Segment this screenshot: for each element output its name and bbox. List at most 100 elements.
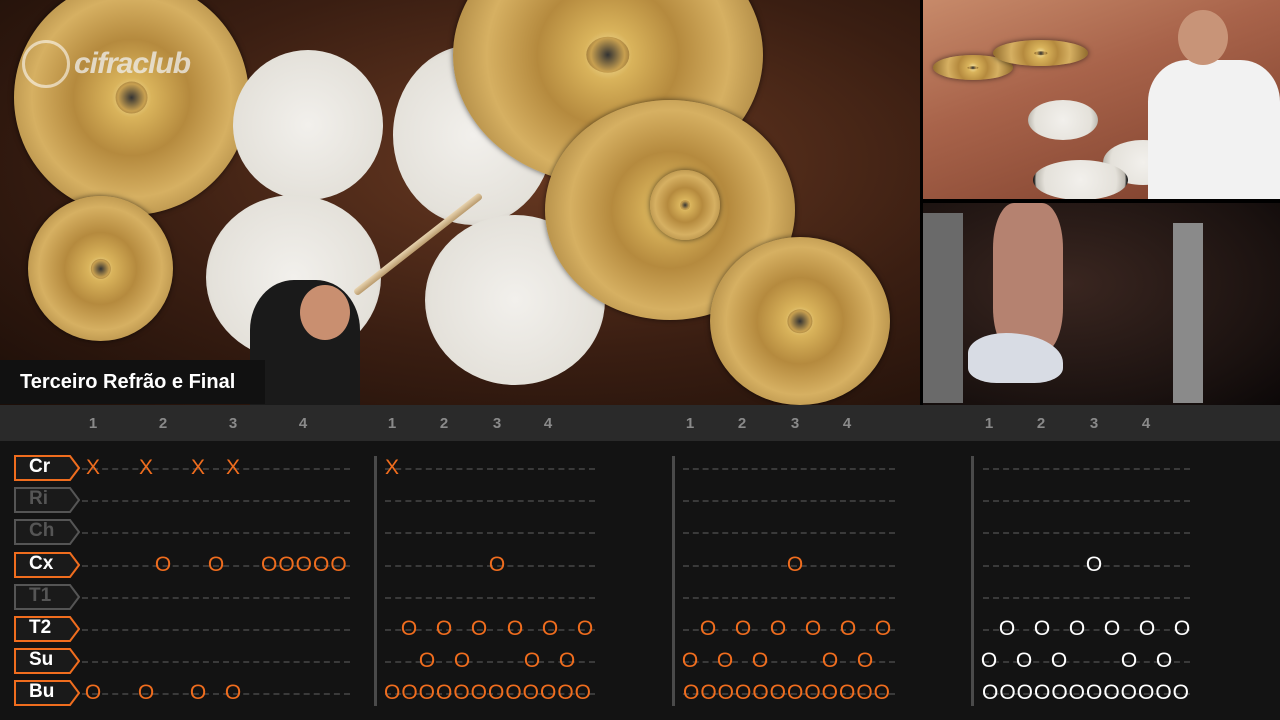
lane-line [983, 532, 1190, 534]
note-hit: O [980, 649, 998, 672]
note-hit: O [137, 681, 155, 704]
note-hit: O [558, 649, 576, 672]
note-hit: O [435, 617, 453, 640]
note-hit: O [681, 649, 699, 672]
lane-line [385, 597, 595, 599]
note-hit: O [734, 617, 752, 640]
note-hit: O [769, 617, 787, 640]
note-hit: O [1085, 553, 1103, 576]
lane-line [683, 468, 895, 470]
note-hit: O [470, 617, 488, 640]
note-hit: O [821, 649, 839, 672]
beat-number: 2 [1036, 415, 1046, 432]
beat-number: 4 [543, 415, 553, 432]
note-hit: O [1120, 649, 1138, 672]
note-hit: O [488, 553, 506, 576]
instrument-label-cx: Cx [14, 552, 80, 578]
side-camera-bottom [923, 203, 1280, 405]
note-hit: O [998, 617, 1016, 640]
instrument-abbr: Bu [29, 681, 55, 702]
note-hit: O [541, 617, 559, 640]
lane-line [683, 500, 895, 502]
section-title: Terceiro Refrão e Final [0, 360, 266, 404]
beat-number: 4 [842, 415, 852, 432]
instrument-abbr: T1 [29, 585, 52, 606]
main-camera-view: cifraclub Terceiro Refrão e Final [0, 0, 920, 405]
china-cymbal [710, 237, 890, 405]
hardware-stand [1173, 223, 1203, 403]
beat-number: 1 [984, 415, 994, 432]
note-hit: O [786, 553, 804, 576]
instrument-label-t1: T1 [14, 584, 80, 610]
tom-drum [233, 50, 383, 200]
note-roll: OOOOO [261, 553, 348, 576]
lane-line [385, 500, 595, 502]
lane-line [82, 500, 350, 502]
guitar-icon [22, 40, 70, 88]
lane-line [82, 532, 350, 534]
lane-line [82, 661, 350, 663]
side-camera-top [923, 0, 1280, 199]
hihat-cymbal [28, 196, 173, 341]
beat-number: 3 [492, 415, 502, 432]
beat-number: 1 [685, 415, 695, 432]
hardware-stand [923, 213, 963, 403]
lane-line [385, 532, 595, 534]
note-hit: O [1068, 617, 1086, 640]
note-hit: O [1033, 617, 1051, 640]
note-hit: O [1103, 617, 1121, 640]
tom-drum [1028, 100, 1098, 140]
beat-number: 4 [1141, 415, 1151, 432]
note-hit: X [190, 456, 205, 479]
note-hit: O [874, 617, 892, 640]
floor-tom [1033, 160, 1128, 199]
lane-line [385, 468, 595, 470]
bar-line [374, 456, 377, 706]
video-area: cifraclub Terceiro Refrão e Final [0, 0, 1280, 405]
beat-number: 3 [790, 415, 800, 432]
beat-number: 1 [88, 415, 98, 432]
note-hit: O [576, 617, 594, 640]
note-hit: O [1015, 649, 1033, 672]
drummer-leg [993, 203, 1063, 353]
note-hit: O [699, 617, 717, 640]
note-hit: O [523, 649, 541, 672]
instrument-label-ch: Ch [14, 519, 80, 545]
splash-cymbal [650, 170, 720, 240]
crash-cymbal [14, 0, 249, 215]
instrument-abbr: Cr [29, 456, 51, 477]
instrument-abbr: T2 [29, 617, 52, 638]
lane-line [82, 597, 350, 599]
drummer-head [1178, 10, 1228, 65]
lane-line [683, 532, 895, 534]
note-hit: O [1138, 617, 1156, 640]
note-hit: O [1173, 617, 1191, 640]
drum-notation-panel: 1234123412341234 Cr Ri Ch Cx T1 T2 Su Bu X X X X X O O… [0, 405, 1280, 720]
lane-line [683, 597, 895, 599]
beat-number: 2 [737, 415, 747, 432]
cifraclub-logo: cifraclub [22, 40, 191, 88]
drummer-body [1148, 60, 1280, 199]
note-roll: OOOOOOOOOOOO [683, 681, 892, 704]
note-hit: X [384, 456, 399, 479]
lane-line [983, 500, 1190, 502]
cymbal [993, 40, 1088, 66]
note-hit: O [506, 617, 524, 640]
lane-line [82, 629, 350, 631]
instrument-abbr: Ch [29, 520, 55, 541]
note-hit: O [751, 649, 769, 672]
lane-line [82, 468, 350, 470]
note-roll: OOOOOOOOOOOO [384, 681, 593, 704]
note-hit: O [207, 553, 225, 576]
lane-line [82, 693, 350, 695]
note-hit: O [400, 617, 418, 640]
note-hit: X [138, 456, 153, 479]
note-hit: X [225, 456, 240, 479]
note-hit: O [856, 649, 874, 672]
beat-number: 2 [439, 415, 449, 432]
beat-header: 1 2 3 4 1 2 3 4 1 2 3 4 1 2 3 4 [0, 405, 1280, 441]
beat-number: 4 [298, 415, 308, 432]
note-hit: O [839, 617, 857, 640]
lane-line [983, 597, 1190, 599]
instrument-label-t2: T2 [14, 616, 80, 642]
